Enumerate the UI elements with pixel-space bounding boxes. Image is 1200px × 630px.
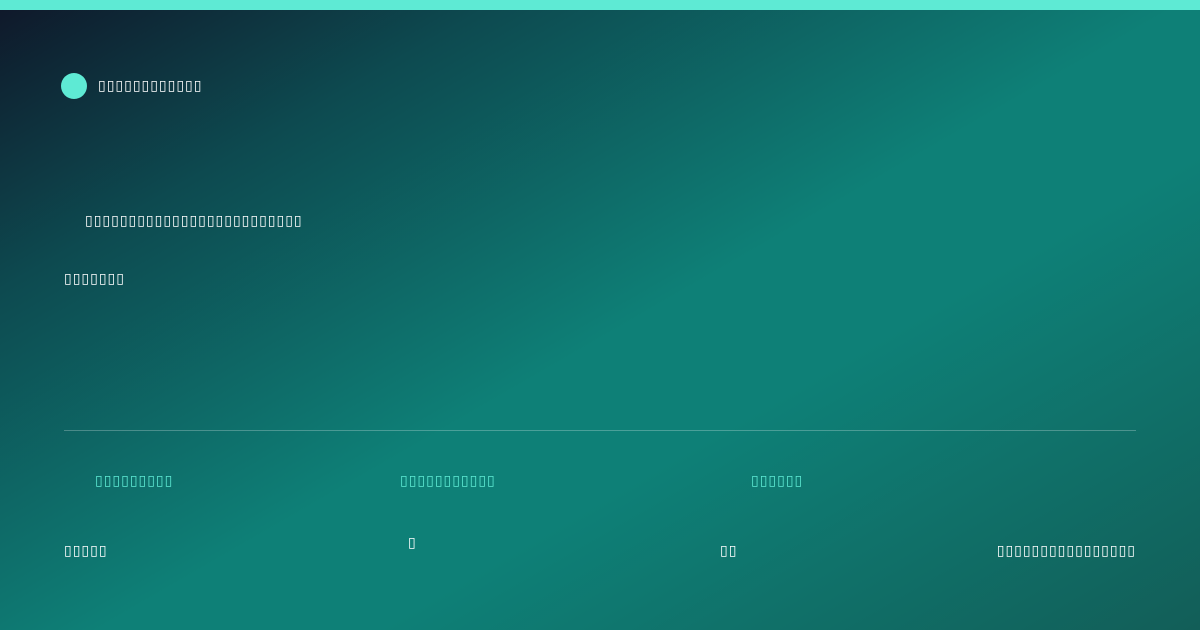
stat-value-1: ▯▯▯▯▯ xyxy=(64,543,108,559)
subheadline: ▯▯▯▯▯▯▯ xyxy=(64,271,125,287)
stat-value-3: ▯▯ xyxy=(720,543,738,559)
headline: ▯▯▯▯▯▯▯▯▯▯▯▯▯▯▯▯▯▯▯▯▯▯▯▯▯ xyxy=(85,213,303,229)
divider xyxy=(64,430,1136,431)
footer-right-text: ▯▯▯▯▯▯▯▯▯▯▯▯▯▯▯▯ xyxy=(996,543,1136,559)
brand-name: ▯▯▯▯▯▯▯▯▯▯▯▯ xyxy=(98,78,203,94)
stat-label-1: ▯▯▯▯▯▯▯▯▯ xyxy=(95,473,174,489)
stat-label-3: ▯▯▯▯▯▯ xyxy=(751,473,804,489)
stat-label-2: ▯▯▯▯▯▯▯▯▯▯▯ xyxy=(400,473,496,489)
stat-value-2: ▯ xyxy=(408,535,417,551)
top-accent-bar xyxy=(0,0,1200,10)
brand-dot-icon xyxy=(61,73,87,99)
